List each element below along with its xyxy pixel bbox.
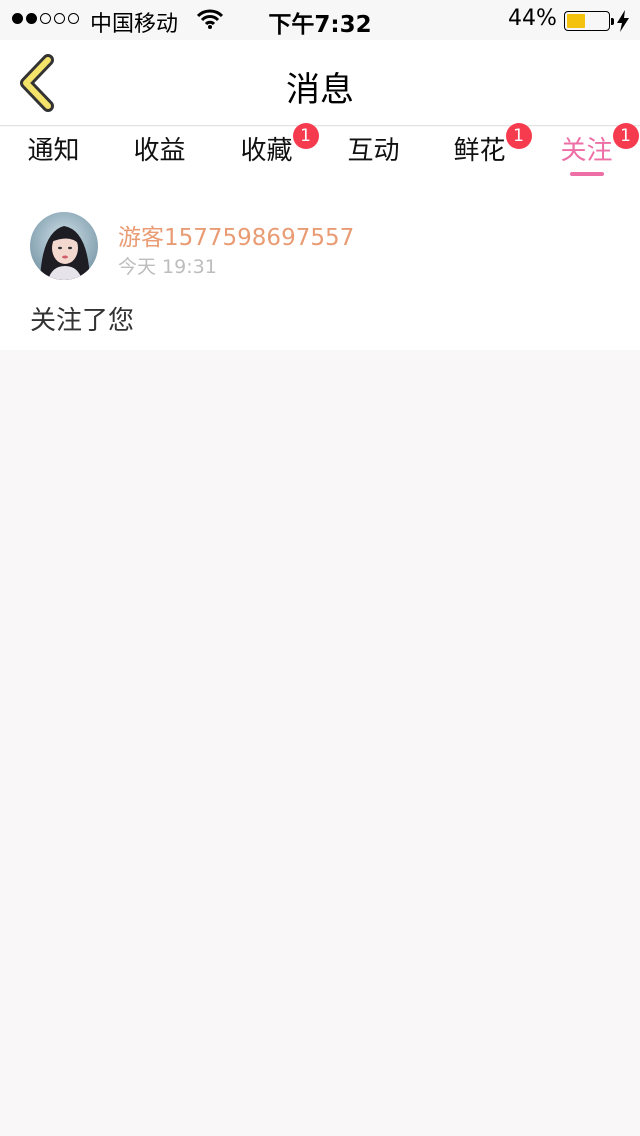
tab-label: 通知 [27, 136, 80, 166]
unread-badge: 1 [292, 123, 319, 149]
tab-follows[interactable]: 关注 1 [533, 123, 640, 181]
tab-earnings[interactable]: 收益 [106, 133, 213, 181]
unread-badge: 1 [612, 123, 639, 149]
tab-interactions[interactable]: 互动 [320, 133, 427, 181]
charging-bolt-icon [617, 10, 629, 32]
timestamp: 今天 19:31 [118, 256, 217, 278]
status-bar: 中国移动 下午7:32 44% [0, 0, 640, 40]
avatar[interactable] [30, 212, 98, 280]
page-title: 消息 [286, 70, 354, 110]
message-item[interactable]: 游客1577598697557 今天 19:31 关注了您 [0, 182, 640, 350]
username[interactable]: 游客1577598697557 [118, 218, 354, 252]
navigation-bar: 消息 [0, 40, 640, 126]
active-tab-indicator [569, 172, 604, 176]
battery-percent: 44% [508, 6, 557, 31]
tab-flowers[interactable]: 鲜花 1 [426, 123, 533, 181]
tab-label: 关注 1 [560, 123, 639, 169]
tab-label: 收藏 1 [240, 123, 319, 169]
battery-icon [564, 11, 614, 31]
message-text: 关注了您 [30, 306, 135, 336]
tab-label: 收益 [133, 136, 186, 166]
tab-label: 互动 [347, 136, 400, 166]
tab-notifications[interactable]: 通知 [0, 133, 107, 181]
tab-label: 鲜花 1 [453, 123, 532, 169]
unread-badge: 1 [505, 123, 532, 149]
tab-bar: 通知 收益 收藏 1 互动 鲜花 1 关注 1 [0, 123, 640, 182]
tab-favorites[interactable]: 收藏 1 [213, 123, 320, 181]
